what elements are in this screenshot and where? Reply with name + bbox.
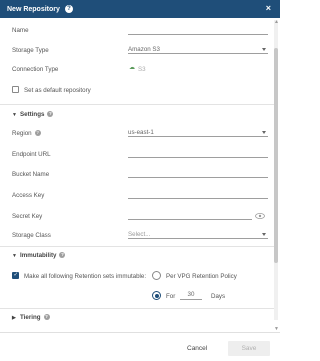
default-repo-checkbox[interactable] [12,86,19,93]
tiering-section-label: Tiering [20,314,41,321]
name-label: Name [12,27,29,34]
dialog-footer: Cancel Save [0,332,280,361]
divider [0,104,276,105]
chevron-down-icon: ▼ [12,253,17,259]
help-icon[interactable]: ? [64,5,73,13]
endpoint-url-input[interactable] [128,149,268,158]
endpoint-url-label: Endpoint URL [12,151,51,158]
region-value: us-east-1 [128,129,154,136]
storage-type-label: Storage Type [12,47,49,54]
days-input[interactable]: 30 [180,291,202,300]
help-icon[interactable]: ? [59,252,66,259]
settings-section-toggle[interactable]: ▼ Settings? [12,111,54,118]
access-key-label: Access Key [12,192,45,199]
region-label: Region? [12,130,41,137]
storage-class-placeholder: Select... [128,231,151,238]
connection-type-label: Connection Type [12,66,59,73]
storage-class-label: Storage Class [12,232,51,239]
divider [0,308,276,309]
per-policy-radio[interactable] [152,271,161,280]
make-immutable-label: Make all following Retention sets immuta… [24,273,147,280]
storage-type-value: Amazon S3 [128,46,160,53]
scroll-up-icon[interactable]: ▲ [274,19,279,25]
name-input[interactable] [128,26,268,35]
dialog-titlebar: New Repository ? × [0,0,280,18]
secret-key-label: Secret Key [12,213,43,220]
help-icon[interactable]: ? [47,111,54,118]
bucket-name-label: Bucket Name [12,171,50,178]
connection-type-value: S3 [138,66,146,73]
make-immutable-checkbox[interactable] [12,272,19,279]
dialog-title: New Repository [7,5,60,13]
for-label: For [166,293,176,300]
scrollbar-thumb[interactable] [274,48,278,263]
divider [0,246,276,247]
default-repo-label: Set as default repository [24,87,91,94]
immutability-section-label: Immutability [20,252,57,259]
per-policy-label: Per VPG Retention Policy [166,273,237,280]
tiering-section-toggle[interactable]: ▶ Tiering? [12,314,50,321]
settings-section-label: Settings [20,111,45,118]
cancel-button[interactable]: Cancel [187,345,207,352]
region-select[interactable]: us-east-1 [128,128,268,137]
help-icon[interactable]: ? [34,130,41,137]
bucket-name-input[interactable] [128,169,268,178]
scrollbar[interactable] [274,20,278,320]
storage-class-select[interactable]: Select... [128,230,268,239]
help-icon[interactable]: ? [43,314,50,321]
dialog-body[interactable]: Name Storage Type Amazon S3 Connection T… [0,18,280,332]
chevron-down-icon: ▼ [12,112,17,118]
for-days-radio[interactable] [152,291,161,300]
region-label-text: Region [12,130,32,137]
storage-type-select[interactable]: Amazon S3 [128,45,268,54]
days-label: Days [211,293,226,300]
access-key-input[interactable] [128,190,268,199]
close-icon[interactable]: × [266,3,271,13]
secret-key-input[interactable] [128,211,252,220]
cloud-connection-icon: ☁ [129,65,135,71]
chevron-right-icon: ▶ [12,315,16,321]
eye-icon[interactable] [255,213,265,219]
immutability-section-toggle[interactable]: ▼ Immutability? [12,252,66,259]
save-button[interactable]: Save [228,341,270,356]
